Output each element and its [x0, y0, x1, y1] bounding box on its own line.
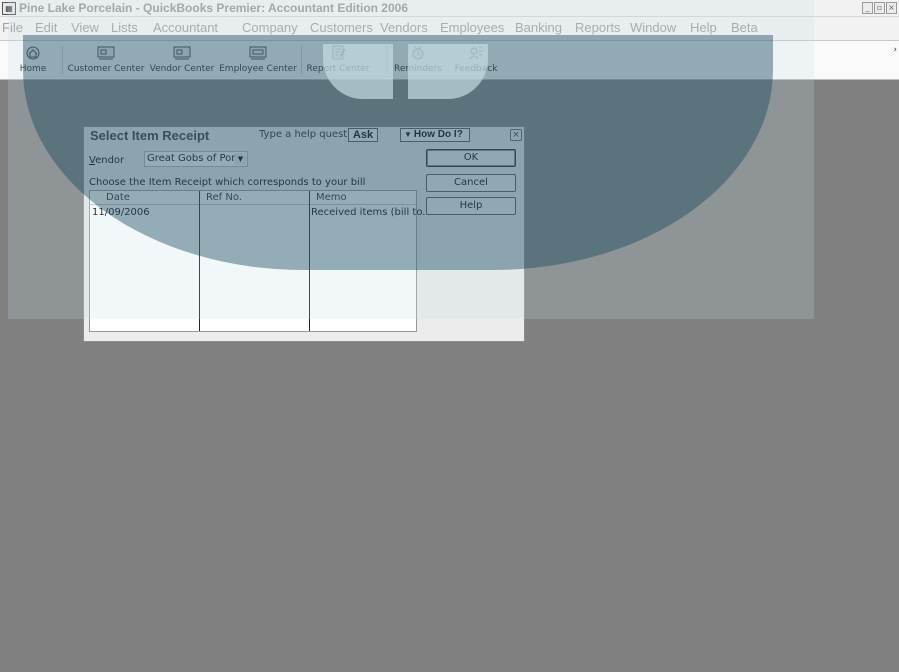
toolbar-separator: [386, 46, 387, 74]
toolbar-reminders-button[interactable]: Reminders: [392, 41, 444, 79]
menu-banking[interactable]: Banking: [515, 20, 562, 35]
toolbar-report-center-button[interactable]: Report Center: [304, 41, 372, 79]
menu-beta[interactable]: Beta: [731, 20, 758, 35]
select-item-receipt-dialog: Select Item Receipt Type a help question…: [83, 126, 525, 342]
minimize-icon[interactable]: _: [862, 2, 873, 14]
menu-accountant[interactable]: Accountant: [153, 20, 218, 35]
restore-icon[interactable]: ▫: [874, 2, 885, 14]
instruction-text: Choose the Item Receipt which correspond…: [89, 177, 366, 188]
vendor-center-icon: [173, 46, 191, 60]
vendor-select[interactable]: Great Gobs of Porce ▼: [144, 151, 248, 167]
help-button[interactable]: Help: [426, 197, 516, 215]
menu-reports[interactable]: Reports: [575, 20, 621, 35]
column-header-date[interactable]: Date: [106, 192, 130, 203]
toolbar-home-button[interactable]: Home: [8, 41, 58, 79]
vendor-label: Vendor: [89, 155, 125, 166]
toolbar-feedback-button[interactable]: Feedback: [450, 41, 502, 79]
menu-file[interactable]: File: [2, 20, 23, 35]
ok-button[interactable]: OK: [426, 149, 516, 167]
vendor-select-value: Great Gobs of Porce: [147, 153, 247, 164]
toolbar-employee-center-button[interactable]: Employee Center: [218, 41, 298, 79]
window-title: Pine Lake Porcelain - QuickBooks Premier…: [19, 1, 409, 15]
feedback-icon: [469, 46, 483, 60]
menu-bar: File Edit View Lists Accountant Company …: [0, 17, 899, 41]
menu-window[interactable]: Window: [630, 20, 676, 35]
cell-memo: Received items (bill to...: [311, 207, 432, 218]
home-icon: [26, 46, 40, 60]
cell-date: 11/09/2006: [92, 207, 150, 218]
close-icon[interactable]: ×: [510, 129, 522, 141]
menu-employees[interactable]: Employees: [440, 20, 504, 35]
ask-button[interactable]: Ask: [348, 128, 378, 142]
employee-center-icon: [249, 46, 267, 60]
reminders-icon: [412, 46, 424, 60]
icon-toolbar: Home Customer Center Vendor Center Emplo…: [0, 41, 899, 80]
toolbar-vendor-center-button[interactable]: Vendor Center: [147, 41, 217, 79]
toolbar-separator: [301, 46, 302, 74]
column-header-ref-no[interactable]: Ref No.: [206, 192, 242, 203]
chevron-down-icon[interactable]: ▼: [235, 153, 246, 165]
close-icon[interactable]: ×: [886, 2, 897, 14]
window-controls: _ ▫ ×: [862, 2, 897, 15]
title-bar: ▦ Pine Lake Porcelain - QuickBooks Premi…: [0, 0, 899, 17]
toolbar-more-icon[interactable]: ›: [893, 45, 897, 55]
menu-edit[interactable]: Edit: [35, 20, 57, 35]
menu-lists[interactable]: Lists: [111, 20, 138, 35]
menu-view[interactable]: View: [71, 20, 99, 35]
column-header-memo[interactable]: Memo: [316, 192, 347, 203]
column-divider: [309, 191, 310, 331]
help-question-prompt[interactable]: Type a help question: [259, 129, 362, 140]
cancel-button[interactable]: Cancel: [426, 174, 516, 192]
menu-company[interactable]: Company: [242, 20, 298, 35]
customer-center-icon: [97, 46, 115, 60]
quickbooks-app-icon[interactable]: ▦: [2, 2, 16, 15]
column-divider: [199, 191, 200, 331]
toolbar-customer-center-button[interactable]: Customer Center: [66, 41, 146, 79]
table-header: Date Ref No. Memo: [90, 191, 416, 205]
dialog-title: Select Item Receipt: [90, 128, 210, 143]
dropdown-arrow-icon: ▼: [404, 130, 412, 139]
item-receipt-table[interactable]: Date Ref No. Memo 11/09/2006 Received it…: [89, 190, 432, 332]
how-do-i-button[interactable]: ▼ How Do I?: [400, 128, 470, 142]
report-center-icon: [332, 45, 346, 60]
toolbar-separator: [62, 46, 63, 74]
menu-vendors[interactable]: Vendors: [380, 20, 428, 35]
menu-customers[interactable]: Customers: [310, 20, 373, 35]
dialog-header: Select Item Receipt Type a help question…: [84, 127, 524, 145]
menu-help[interactable]: Help: [690, 20, 717, 35]
